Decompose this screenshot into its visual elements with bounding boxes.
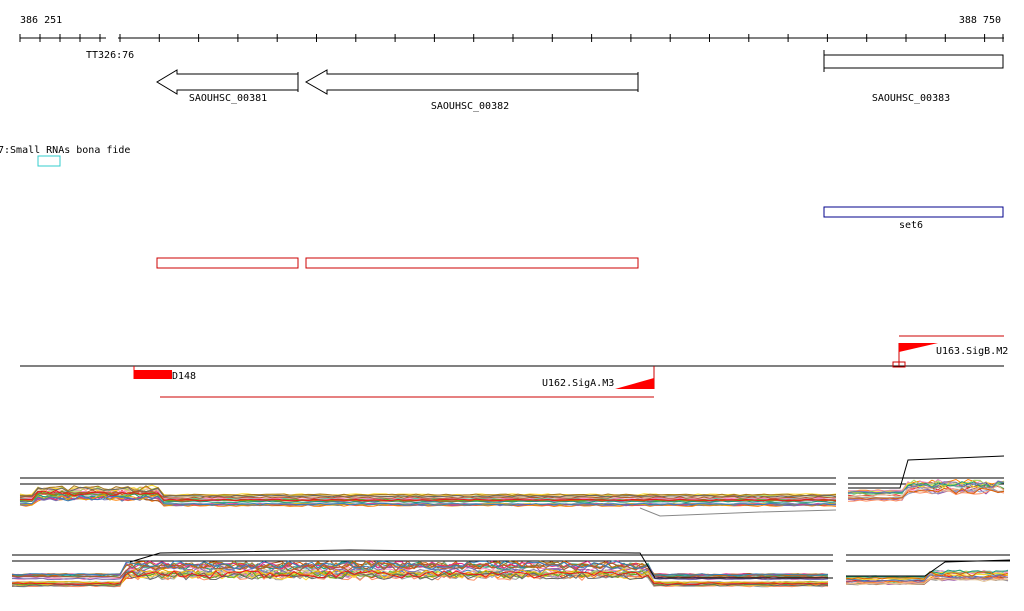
- gene-arrow-saouhsc-00381[interactable]: [156, 69, 299, 95]
- set6-label: set6: [899, 220, 923, 231]
- srna-track-label: 7:Small RNAs bona fide: [0, 145, 130, 156]
- expression-profile-track-1: [19, 455, 1005, 517]
- d148-marker[interactable]: [134, 370, 172, 379]
- ruler-end-label: 388 750: [959, 15, 1001, 26]
- sigB-label: U163.SigB.M2: [936, 346, 1008, 357]
- sigA-flag[interactable]: [615, 378, 654, 389]
- cds-track: [156, 257, 639, 269]
- profile-line: [639, 507, 837, 517]
- gene-label-saouhsc-00381: SAOUHSC_00381: [189, 93, 267, 104]
- cds-box-00382[interactable]: [305, 257, 639, 269]
- gene-box-saouhsc-00383[interactable]: [823, 54, 1004, 69]
- gene-label-saouhsc-00382: SAOUHSC_00382: [431, 101, 509, 112]
- sigA-label: U162.SigA.M3: [542, 378, 614, 389]
- gene-arrow-saouhsc-00382[interactable]: [304, 69, 639, 95]
- set6-track: set6: [823, 206, 1004, 231]
- d148-label: D148: [172, 371, 196, 382]
- srna-feature-box[interactable]: [37, 155, 61, 167]
- sigB-flag[interactable]: [899, 343, 938, 352]
- expression-profile-track-2: [11, 549, 1011, 588]
- small-rna-track: 7:Small RNAs bona fide: [0, 145, 130, 167]
- ruler-start-label: 386 251: [20, 15, 62, 26]
- gene-label-saouhsc-00383: SAOUHSC_00383: [872, 93, 950, 104]
- coordinate-ruler: 386 251 388 750: [19, 15, 1004, 42]
- promoter-track: D148 U162.SigA.M3 U163.SigB.M2: [20, 335, 1008, 398]
- set6-feature-box[interactable]: [823, 206, 1004, 218]
- cds-box-00381[interactable]: [156, 257, 299, 269]
- gene-track: TT326:76 SAOUHSC_00381 SAOUHSC_00382 SAO…: [86, 50, 1004, 112]
- tt-track-label: TT326:76: [86, 50, 134, 61]
- genome-browser-view: 386 251 388 750 TT326:76 SAOUHSC_00381 S…: [0, 15, 1011, 588]
